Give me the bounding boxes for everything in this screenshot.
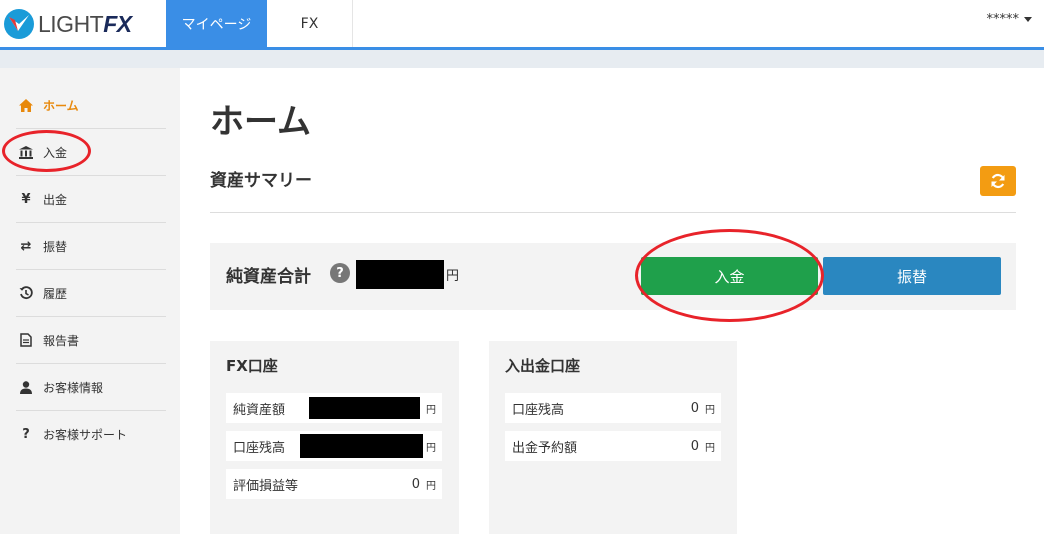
row-unit: 円: [705, 442, 715, 454]
row-unit: 円: [426, 404, 436, 416]
fx-account-panel: FX口座 純資産額 円 口座残高 円 評価損益等 0 円: [210, 341, 459, 534]
fx-account-title: FX口座: [226, 357, 278, 375]
deposit-button[interactable]: 入金: [641, 257, 818, 295]
user-menu[interactable]: *****: [986, 12, 1032, 27]
row-label: 出金予約額: [512, 440, 578, 456]
sidebar-item-label: お客様サポート: [43, 428, 128, 442]
row-unit: 円: [426, 480, 436, 492]
sidebar-item-history[interactable]: 履歴: [16, 270, 166, 317]
logo-text-fx: FX: [103, 10, 132, 37]
row-unit: 円: [705, 404, 715, 416]
page-title: ホーム: [210, 102, 311, 142]
home-icon: [16, 98, 36, 112]
sidebar-item-label: ホーム: [43, 98, 79, 113]
row-value: 0: [690, 400, 699, 416]
sidebar-item-customer-info[interactable]: お客様情報: [16, 364, 166, 411]
deposit-account-panel: 入出金口座 口座残高 0 円 出金予約額 0 円: [489, 341, 737, 534]
io-row-withdraw-reserved: 出金予約額 0 円: [505, 431, 721, 461]
row-value: 0: [690, 438, 699, 454]
row-unit: 円: [426, 442, 436, 454]
sidebar-item-label: 報告書: [43, 333, 80, 348]
row-label: 口座残高: [233, 440, 286, 456]
logo-mark-icon: [4, 9, 34, 39]
fx-row-net-assets: 純資産額 円: [226, 393, 442, 423]
sidebar-item-label: 振替: [43, 239, 68, 254]
yen-icon: ¥: [21, 191, 31, 207]
sidebar-item-label: 入金: [43, 145, 68, 160]
net-assets-unit: 円: [446, 269, 460, 284]
net-assets-label: 純資産合計: [226, 267, 311, 287]
user-icon: [16, 380, 36, 394]
io-row-balance: 口座残高 0 円: [505, 393, 721, 423]
exchange-icon: ⇄: [20, 238, 32, 254]
question-icon: ?: [22, 427, 30, 442]
section-divider: [210, 212, 1016, 213]
logo-text-light: LIGHT: [38, 10, 104, 37]
bank-icon: [16, 145, 36, 159]
transfer-button[interactable]: 振替: [823, 257, 1001, 295]
sidebar-item-deposit[interactable]: 入金: [16, 129, 166, 176]
redacted-net-assets-value: [356, 260, 444, 289]
sidebar-item-home[interactable]: ホーム: [16, 82, 166, 129]
row-value: 0: [411, 476, 420, 492]
row-label: 評価損益等: [233, 478, 299, 494]
redacted-value: [309, 397, 420, 419]
sidebar-item-withdraw[interactable]: ¥ 出金: [16, 176, 166, 223]
top-navbar: LIGHTFX マイページ FX *****: [0, 0, 1044, 47]
document-icon: [16, 333, 36, 347]
lightfx-logo[interactable]: LIGHTFX: [4, 7, 132, 41]
tab-mypage[interactable]: マイページ: [166, 0, 267, 47]
refresh-icon: [991, 173, 1005, 189]
fx-row-balance: 口座残高 円: [226, 431, 442, 461]
help-icon[interactable]: ?: [330, 263, 350, 283]
sidebar-item-support[interactable]: ? お客様サポート: [16, 411, 166, 458]
sidebar-item-label: 出金: [43, 192, 68, 207]
sidebar-item-label: お客様情報: [43, 380, 104, 395]
history-icon: [16, 286, 36, 300]
sidebar-item-label: 履歴: [43, 286, 68, 301]
header-subband: [0, 50, 1044, 68]
section-title: 資産サマリー: [210, 171, 312, 191]
row-label: 口座残高: [512, 402, 565, 418]
tab-fx[interactable]: FX: [267, 0, 353, 47]
deposit-account-title: 入出金口座: [505, 357, 581, 375]
sidebar-item-transfer[interactable]: ⇄ 振替: [16, 223, 166, 270]
refresh-button[interactable]: [980, 166, 1016, 196]
fx-row-unrealized-pl: 評価損益等 0 円: [226, 469, 442, 499]
caret-down-icon: [1024, 17, 1032, 22]
redacted-value: [300, 434, 423, 458]
row-label: 純資産額: [233, 402, 286, 418]
sidebar-item-reports[interactable]: 報告書: [16, 317, 166, 364]
user-name: *****: [986, 12, 1020, 27]
